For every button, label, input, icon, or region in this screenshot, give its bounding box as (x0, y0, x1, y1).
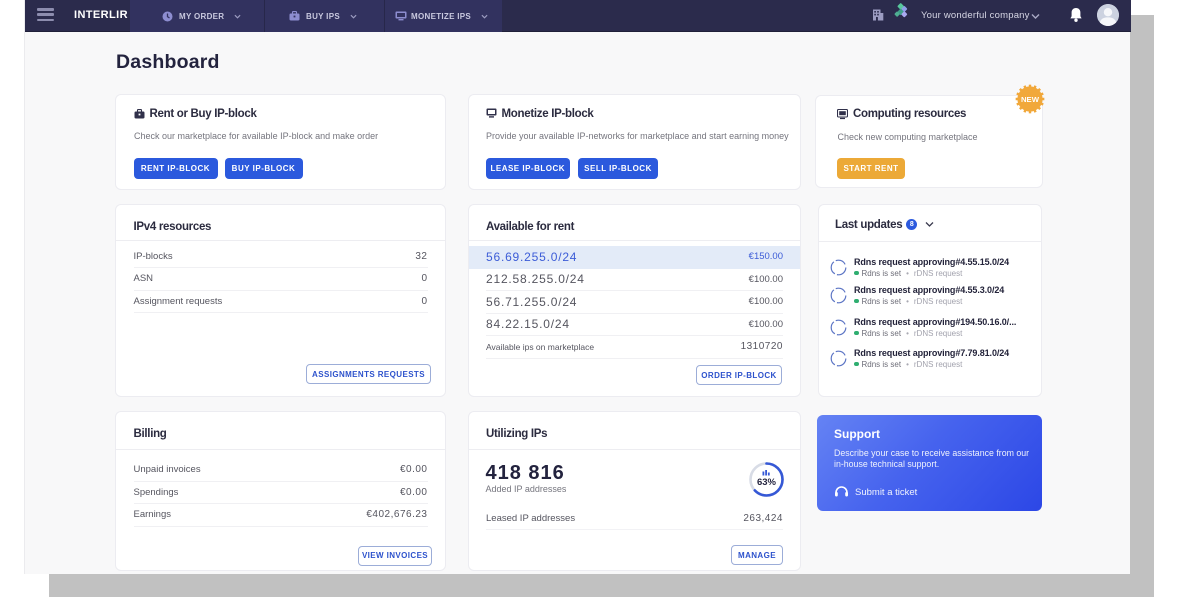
svg-text:63%: 63% (756, 477, 776, 488)
svg-text:NEW: NEW (1020, 94, 1039, 103)
